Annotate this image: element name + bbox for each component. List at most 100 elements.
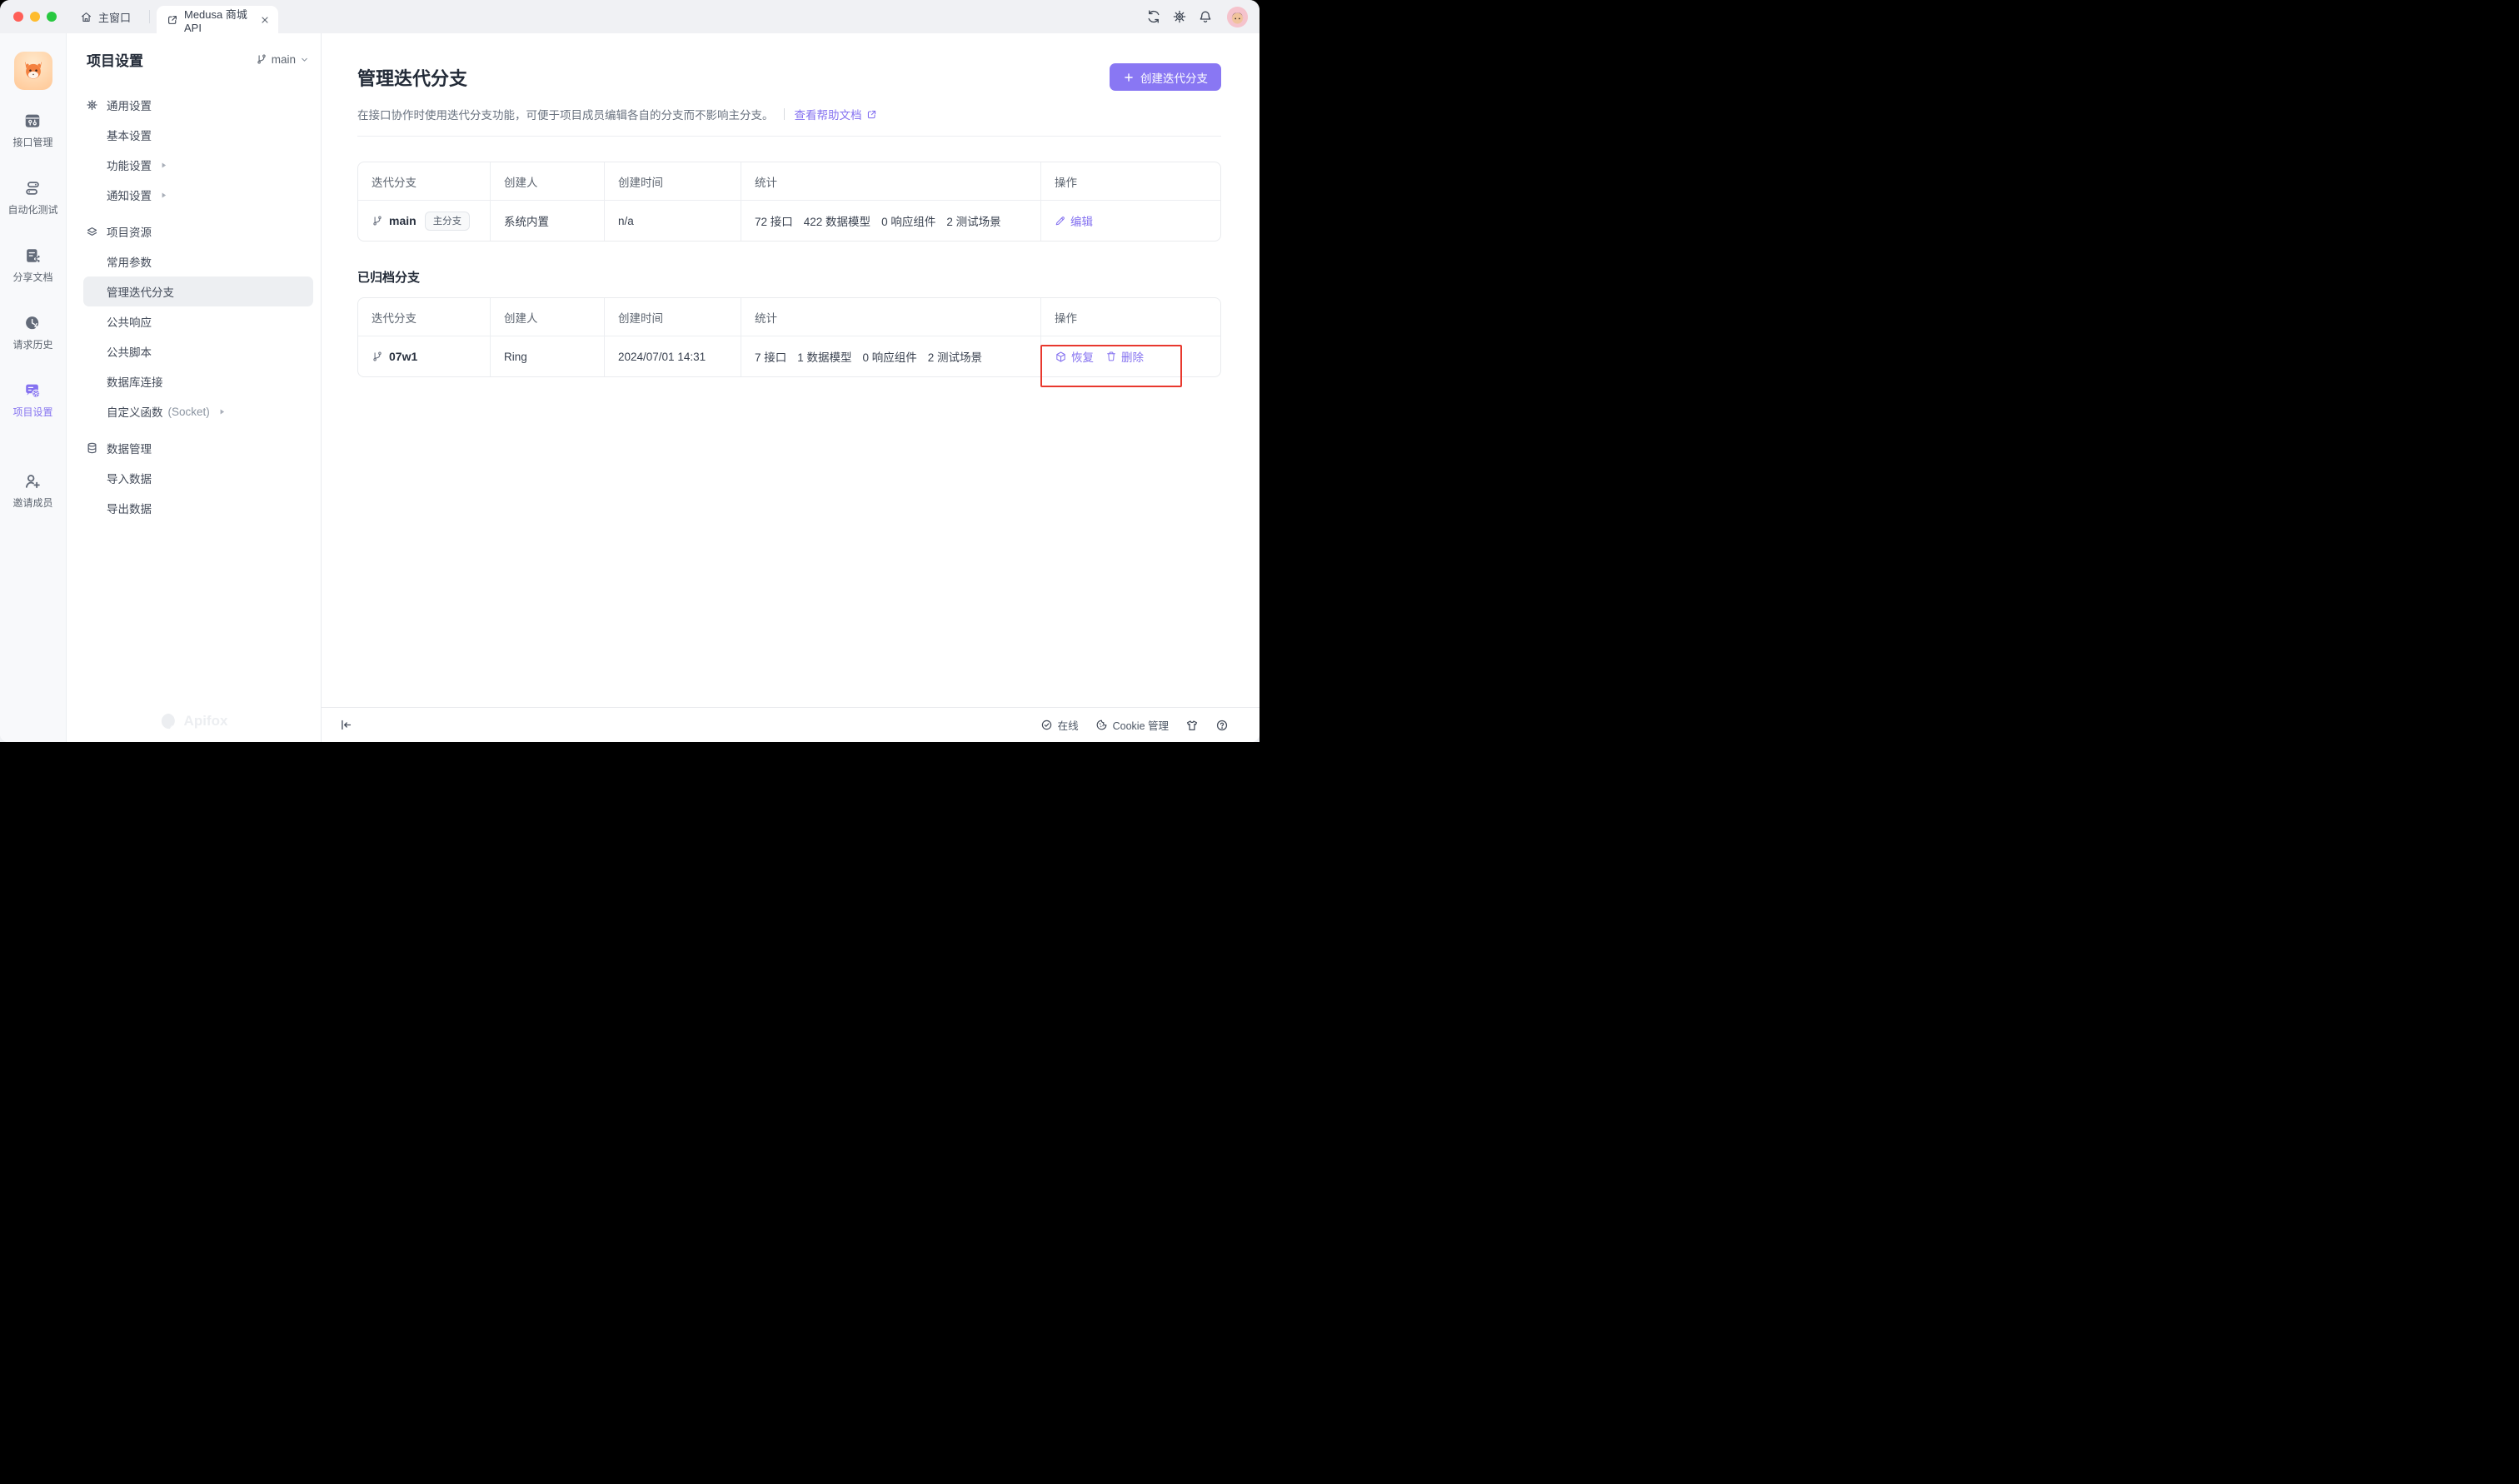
refresh-icon[interactable] <box>1146 9 1161 24</box>
menu-item-label: 基本设置 <box>107 127 152 143</box>
branch-selector[interactable]: main <box>256 53 309 66</box>
menu-item-label: 管理迭代分支 <box>107 283 174 300</box>
project-settings-icon <box>23 381 42 400</box>
col-header-stats: 统计 <box>741 298 1041 336</box>
table-row: 07w1 Ring 2024/07/01 14:31 7 接口 1 数据模型 0… <box>358 336 1220 376</box>
cell-actions: 恢复 删除 <box>1041 336 1220 376</box>
user-avatar[interactable] <box>1227 7 1248 27</box>
close-window-button[interactable] <box>13 12 23 22</box>
chevron-down-icon <box>300 55 309 64</box>
traffic-lights <box>13 12 57 22</box>
zoom-window-button[interactable] <box>47 12 57 22</box>
menu-item-database-connections[interactable]: 数据库连接 <box>83 366 313 396</box>
menu-item-notification-settings[interactable]: 通知设置 <box>83 180 313 210</box>
cell-created: n/a <box>605 201 741 241</box>
settings-sidebar: 项目设置 main <box>67 33 322 742</box>
cell-creator: 系统内置 <box>491 201 605 241</box>
rail-item-api-management[interactable]: 接口管理 <box>12 112 52 149</box>
question-circle-icon <box>1215 719 1229 732</box>
online-status-label: 在线 <box>1058 717 1079 733</box>
titlebar-actions <box>1146 0 1260 33</box>
gear-icon[interactable] <box>1172 9 1187 24</box>
minimize-window-button[interactable] <box>30 12 40 22</box>
close-tab-icon[interactable] <box>260 15 270 25</box>
theme-shirt-icon[interactable] <box>1185 719 1199 732</box>
project-logo-fox[interactable] <box>14 52 52 90</box>
gear-icon <box>86 99 98 112</box>
branch-name: main <box>389 214 417 227</box>
table-header-row: 迭代分支 创建人 创建时间 统计 操作 <box>358 162 1220 201</box>
database-icon <box>86 442 98 455</box>
menu-item-feature-settings[interactable]: 功能设置 <box>83 150 313 180</box>
apifox-watermark: Apifox <box>67 712 321 730</box>
submenu-arrow-icon <box>160 162 167 169</box>
cookie-icon <box>1095 719 1108 731</box>
create-branch-button[interactable]: 创建迭代分支 <box>1110 63 1221 91</box>
menu-group-label: 通用设置 <box>107 97 152 113</box>
online-status[interactable]: 在线 <box>1040 717 1079 733</box>
help-doc-link[interactable]: 查看帮助文档 <box>795 106 877 122</box>
menu-item-label: 常用参数 <box>107 253 152 270</box>
collapse-sidebar-icon[interactable] <box>339 718 353 732</box>
plus-icon <box>1123 72 1135 83</box>
main-content: 管理迭代分支 创建迭代分支 在接口协作时使用迭代分支功能，可便于项目成员编辑各自… <box>322 33 1260 742</box>
home-window-tab[interactable]: 主窗口 <box>80 9 131 25</box>
menu-group-data-management: 数据管理 <box>83 433 313 463</box>
project-tab[interactable]: Medusa 商城 API <box>157 6 278 33</box>
stat-responses: 0 响应组件 <box>881 212 935 229</box>
menu-item-label: 数据库连接 <box>107 373 163 390</box>
edit-branch-link[interactable]: 编辑 <box>1055 212 1093 229</box>
rail-item-request-history[interactable]: 请求历史 <box>12 314 52 351</box>
rail-item-invite-members[interactable]: 邀请成员 <box>12 472 52 510</box>
page-header: 管理迭代分支 创建迭代分支 <box>357 63 1221 91</box>
apifox-watermark-text: Apifox <box>184 713 228 730</box>
restore-branch-label: 恢复 <box>1071 348 1094 365</box>
help-doc-link-label: 查看帮助文档 <box>795 106 862 122</box>
rail-item-share-docs[interactable]: 分享文档 <box>12 247 52 284</box>
rail-item-label: 项目设置 <box>12 405 52 419</box>
menu-item-common-scripts[interactable]: 公共脚本 <box>83 336 313 366</box>
col-header-branch: 迭代分支 <box>358 162 491 200</box>
menu-item-manage-branches[interactable]: 管理迭代分支 <box>83 276 313 306</box>
menu-item-label: 导入数据 <box>107 470 152 486</box>
cell-stats: 7 接口 1 数据模型 0 响应组件 2 测试场景 <box>741 336 1041 376</box>
stat-endpoints: 7 接口 <box>755 348 786 365</box>
cell-branch: 07w1 <box>358 336 491 376</box>
cell-stats: 72 接口 422 数据模型 0 响应组件 2 测试场景 <box>741 201 1041 241</box>
menu-item-label: 通知设置 <box>107 187 152 203</box>
app-window: 主窗口 Medusa 商城 API <box>0 0 1260 742</box>
invite-members-icon <box>23 472 42 491</box>
stat-endpoints: 72 接口 <box>755 212 793 229</box>
menu-item-common-responses[interactable]: 公共响应 <box>83 306 313 336</box>
restore-branch-link[interactable]: 恢复 <box>1055 348 1094 365</box>
create-branch-button-label: 创建迭代分支 <box>1140 69 1208 86</box>
project-tab-label: Medusa 商城 API <box>184 6 254 34</box>
home-icon <box>80 11 92 23</box>
archived-table-wrap: 迭代分支 创建人 创建时间 统计 操作 <box>357 297 1221 377</box>
sidebar-header: 项目设置 main <box>67 33 321 85</box>
menu-item-label: 导出数据 <box>107 500 152 516</box>
bell-icon[interactable] <box>1198 9 1213 24</box>
table-row: main 主分支 系统内置 n/a 72 接口 422 数据模型 0 响应组件 … <box>358 201 1220 241</box>
rail-item-project-settings[interactable]: 项目设置 <box>12 381 52 419</box>
settings-menu: 通用设置 基本设置 功能设置 通知设置 <box>67 85 321 523</box>
menu-item-export-data[interactable]: 导出数据 <box>83 493 313 523</box>
cell-branch: main 主分支 <box>358 201 491 241</box>
shirt-icon <box>1185 719 1199 732</box>
submenu-arrow-icon <box>160 192 167 199</box>
rail-item-label: 邀请成员 <box>12 495 52 510</box>
menu-item-common-parameters[interactable]: 常用参数 <box>83 247 313 276</box>
menu-item-import-data[interactable]: 导入数据 <box>83 463 313 493</box>
stat-schemas: 422 数据模型 <box>804 212 870 229</box>
branch-name: 07w1 <box>389 350 417 363</box>
menu-item-custom-functions[interactable]: 自定义函数 (Socket) <box>83 396 313 426</box>
menu-item-basic-settings[interactable]: 基本设置 <box>83 120 313 150</box>
col-header-creator: 创建人 <box>491 162 605 200</box>
cookie-manager-button[interactable]: Cookie 管理 <box>1095 717 1169 733</box>
rail-item-auto-testing[interactable]: 自动化测试 <box>7 179 57 217</box>
app-body: 接口管理 自动化测试 <box>0 33 1260 742</box>
sidebar-title: 项目设置 <box>87 49 143 70</box>
git-branch-icon <box>372 215 383 227</box>
help-button[interactable] <box>1215 719 1229 732</box>
delete-branch-link[interactable]: 删除 <box>1105 348 1144 365</box>
